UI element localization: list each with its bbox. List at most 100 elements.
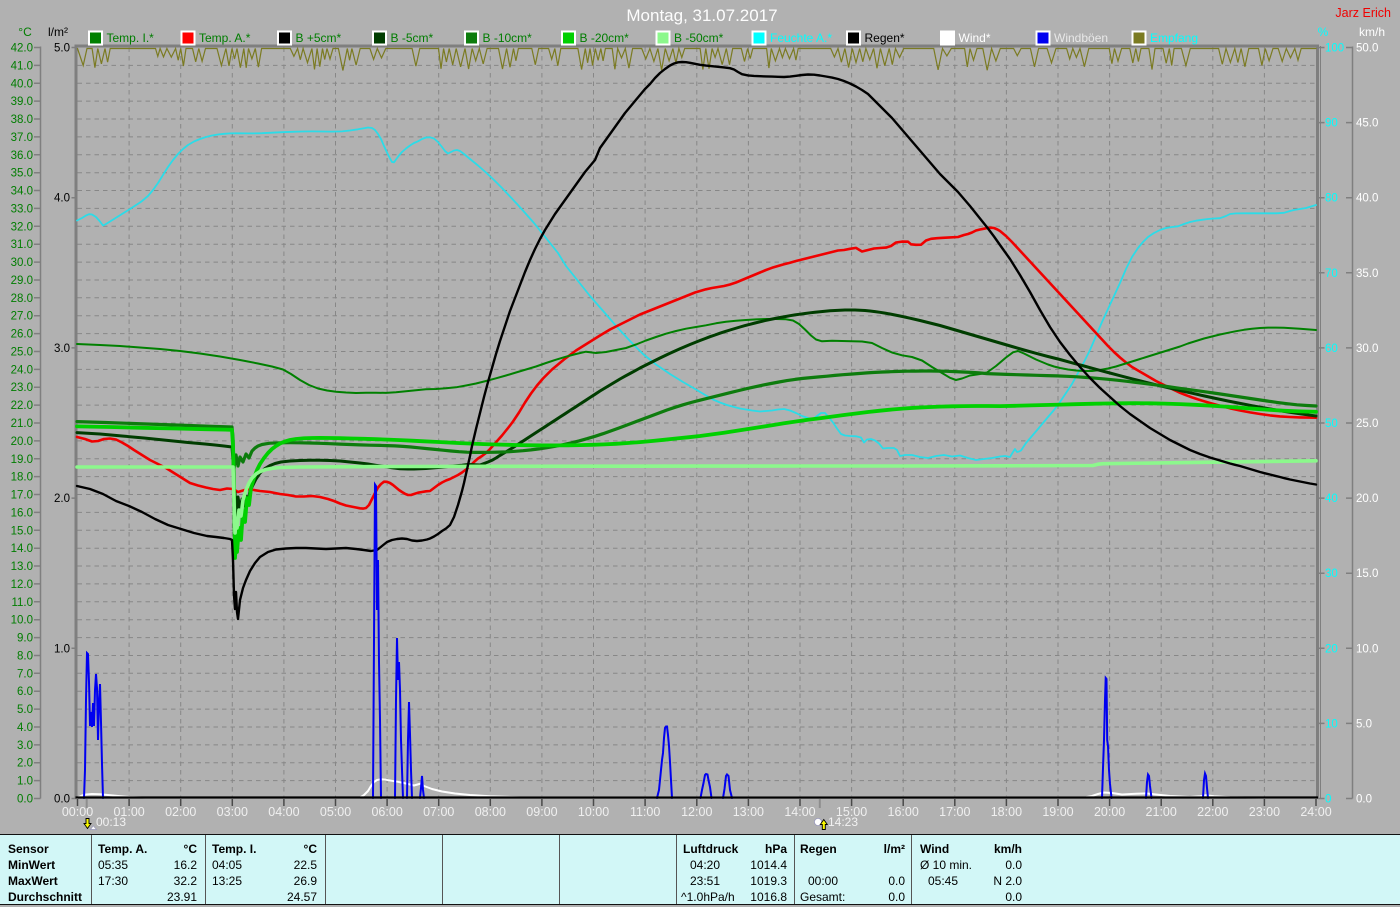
svg-text:5.0: 5.0 [17, 704, 33, 716]
svg-text:20.0: 20.0 [1356, 493, 1378, 505]
svg-text:10.0: 10.0 [11, 615, 33, 627]
svg-text:2.0: 2.0 [54, 493, 70, 505]
svg-text:22:00: 22:00 [1197, 805, 1228, 819]
svg-text:42.0: 42.0 [11, 43, 33, 55]
svg-text:02:00: 02:00 [165, 805, 196, 819]
svg-text:5.0: 5.0 [54, 43, 70, 55]
svg-text:13.0: 13.0 [11, 561, 33, 573]
svg-text:0.0: 0.0 [17, 794, 33, 806]
svg-text:39.0: 39.0 [11, 96, 33, 108]
svg-text:5.0: 5.0 [1356, 718, 1372, 730]
svg-text:19:00: 19:00 [1042, 805, 1073, 819]
svg-text:08:00: 08:00 [475, 805, 506, 819]
svg-text:2.0: 2.0 [17, 758, 33, 770]
svg-text:1.0: 1.0 [54, 643, 70, 655]
svg-text:15.0: 15.0 [1356, 568, 1378, 580]
svg-text:Regen*: Regen* [865, 31, 905, 45]
svg-text:3.0: 3.0 [17, 740, 33, 752]
svg-text:21.0: 21.0 [11, 418, 33, 430]
svg-text:24:00: 24:00 [1300, 805, 1331, 819]
svg-text:80: 80 [1325, 193, 1338, 205]
svg-text:B -20cm*: B -20cm* [580, 31, 630, 45]
svg-text:33.0: 33.0 [11, 203, 33, 215]
svg-text:25.0: 25.0 [1356, 418, 1378, 430]
svg-text:11:00: 11:00 [630, 805, 660, 819]
svg-text:35.0: 35.0 [1356, 268, 1378, 280]
svg-text:25.0: 25.0 [11, 346, 33, 358]
svg-text:10.0: 10.0 [1356, 643, 1378, 655]
svg-text:8.0: 8.0 [17, 650, 33, 662]
svg-text:B -10cm*: B -10cm* [483, 31, 533, 45]
svg-text:km/h: km/h [1359, 25, 1385, 39]
svg-text:B -50cm*: B -50cm* [674, 31, 724, 45]
svg-text:05:00: 05:00 [320, 805, 351, 819]
svg-text:50: 50 [1325, 418, 1338, 430]
svg-text:4.0: 4.0 [54, 193, 70, 205]
svg-text:Montag, 31.07.2017: Montag, 31.07.2017 [626, 6, 777, 25]
svg-text:22.0: 22.0 [11, 400, 33, 412]
svg-text:15.0: 15.0 [11, 525, 33, 537]
svg-text:16.0: 16.0 [11, 507, 33, 519]
svg-text:30: 30 [1325, 568, 1338, 580]
svg-text:14:00: 14:00 [784, 805, 815, 819]
svg-text:Windböen: Windböen [1054, 31, 1108, 45]
svg-text:0: 0 [1325, 794, 1331, 806]
svg-text:Temp. I.*: Temp. I.* [107, 31, 155, 45]
svg-text:12.0: 12.0 [11, 579, 33, 591]
svg-text:20: 20 [1325, 643, 1338, 655]
svg-text:Feuchte A.*: Feuchte A.* [770, 31, 832, 45]
svg-text:12:00: 12:00 [681, 805, 712, 819]
svg-text:Temp. A.*: Temp. A.* [199, 31, 251, 45]
svg-text:30.0: 30.0 [1356, 343, 1378, 355]
svg-text:16:00: 16:00 [888, 805, 919, 819]
svg-text:34.0: 34.0 [11, 186, 33, 198]
svg-text:100: 100 [1325, 43, 1344, 55]
svg-text:Empfang: Empfang [1150, 31, 1198, 45]
svg-text:30.0: 30.0 [11, 257, 33, 269]
svg-text:20.0: 20.0 [11, 436, 33, 448]
svg-text:38.0: 38.0 [11, 114, 33, 126]
svg-text:3.0: 3.0 [54, 343, 70, 355]
svg-text:Jarz Erich: Jarz Erich [1335, 6, 1391, 20]
svg-text:7.0: 7.0 [17, 668, 33, 680]
svg-text:0.0: 0.0 [54, 794, 70, 806]
svg-text:37.0: 37.0 [11, 132, 33, 144]
svg-text:21:00: 21:00 [1146, 805, 1177, 819]
svg-text:6.0: 6.0 [17, 686, 33, 698]
svg-text:%: % [1318, 25, 1329, 39]
svg-text:l/m²: l/m² [48, 25, 68, 39]
svg-text:13:00: 13:00 [733, 805, 764, 819]
svg-text:45.0: 45.0 [1356, 118, 1378, 130]
svg-text:10:00: 10:00 [578, 805, 609, 819]
svg-text:19.0: 19.0 [11, 454, 33, 466]
svg-text:32.0: 32.0 [11, 221, 33, 233]
svg-text:41.0: 41.0 [11, 60, 33, 72]
svg-text:18.0: 18.0 [11, 472, 33, 484]
svg-text:°C: °C [18, 25, 32, 39]
svg-text:40.0: 40.0 [1356, 193, 1378, 205]
svg-text:40: 40 [1325, 493, 1338, 505]
svg-text:14.0: 14.0 [11, 543, 33, 555]
svg-text:10: 10 [1325, 718, 1338, 730]
svg-text:Wind*: Wind* [959, 31, 991, 45]
svg-text:70: 70 [1325, 268, 1338, 280]
svg-text:35.0: 35.0 [11, 168, 33, 180]
svg-text:27.0: 27.0 [11, 311, 33, 323]
svg-text:60: 60 [1325, 343, 1338, 355]
svg-text:09:00: 09:00 [526, 805, 557, 819]
svg-text:28.0: 28.0 [11, 293, 33, 305]
svg-text:11.0: 11.0 [11, 597, 33, 609]
svg-text:29.0: 29.0 [11, 275, 33, 287]
svg-text:90: 90 [1325, 118, 1338, 130]
svg-text:1.0: 1.0 [17, 776, 33, 788]
svg-text:36.0: 36.0 [11, 150, 33, 162]
svg-text:18:00: 18:00 [991, 805, 1022, 819]
svg-text:00:13: 00:13 [96, 815, 126, 829]
svg-text:31.0: 31.0 [11, 239, 33, 251]
svg-text:50.0: 50.0 [1356, 43, 1378, 55]
svg-text:17:00: 17:00 [939, 805, 970, 819]
svg-text:03:00: 03:00 [217, 805, 248, 819]
svg-text:26.0: 26.0 [11, 329, 33, 341]
svg-text:07:00: 07:00 [423, 805, 454, 819]
svg-text:00:00: 00:00 [62, 805, 93, 819]
